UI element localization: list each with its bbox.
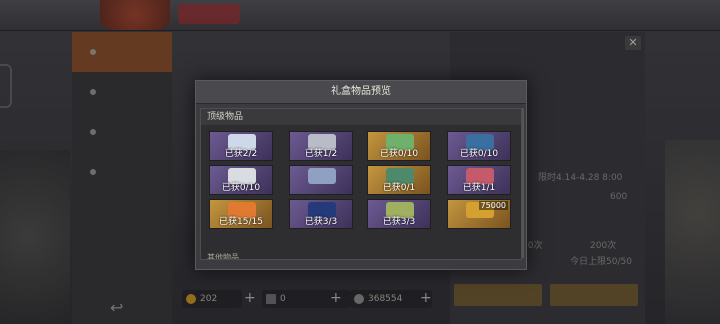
other-items-title: 其他物品 xyxy=(207,253,239,260)
item-obtained-count: 已获0/10 xyxy=(221,183,261,193)
reward-item[interactable]: 已获0/10 xyxy=(367,131,431,161)
item-obtained-count: 已获2/2 xyxy=(224,149,258,159)
item-obtained-count: 已获1/1 xyxy=(462,183,496,193)
modal-title: 礼盒物品预览 xyxy=(196,81,526,104)
reward-item[interactable] xyxy=(289,165,353,195)
item-obtained-count: 已获3/3 xyxy=(382,217,416,227)
reward-item[interactable]: 已获0/10 xyxy=(447,131,511,161)
item-obtained-count: 已获0/1 xyxy=(382,183,416,193)
item-image xyxy=(308,168,336,184)
item-obtained-count: 已获0/10 xyxy=(379,149,419,159)
top-items-section: 顶级物品 已获2/2 已获1/2 已获0/10 已获0/10 已获0/10 已获0/1 已获… xyxy=(200,108,522,260)
reward-item[interactable]: 已获3/3 xyxy=(367,199,431,229)
reward-item[interactable]: 已获0/1 xyxy=(367,165,431,195)
reward-item[interactable]: 已获15/15 xyxy=(209,199,273,229)
reward-item[interactable]: 已获3/3 xyxy=(289,199,353,229)
reward-item[interactable]: 已获2/2 xyxy=(209,131,273,161)
reward-item[interactable]: 已获1/2 xyxy=(289,131,353,161)
reward-item[interactable]: 75000 xyxy=(447,199,511,229)
item-obtained-count: 已获15/15 xyxy=(219,217,263,227)
reward-item[interactable]: 已获1/1 xyxy=(447,165,511,195)
section-title: 顶级物品 xyxy=(201,109,521,125)
gift-box-preview-modal: 礼盒物品预览 顶级物品 已获2/2 已获1/2 已获0/10 已获0/10 已获0/10… xyxy=(195,80,527,270)
item-quantity: 75000 xyxy=(478,201,508,210)
item-obtained-count: 已获1/2 xyxy=(304,149,338,159)
item-obtained-count: 已获3/3 xyxy=(304,217,338,227)
reward-item[interactable]: 已获0/10 xyxy=(209,165,273,195)
scrollbar[interactable] xyxy=(522,108,524,258)
item-obtained-count: 已获0/10 xyxy=(459,149,499,159)
